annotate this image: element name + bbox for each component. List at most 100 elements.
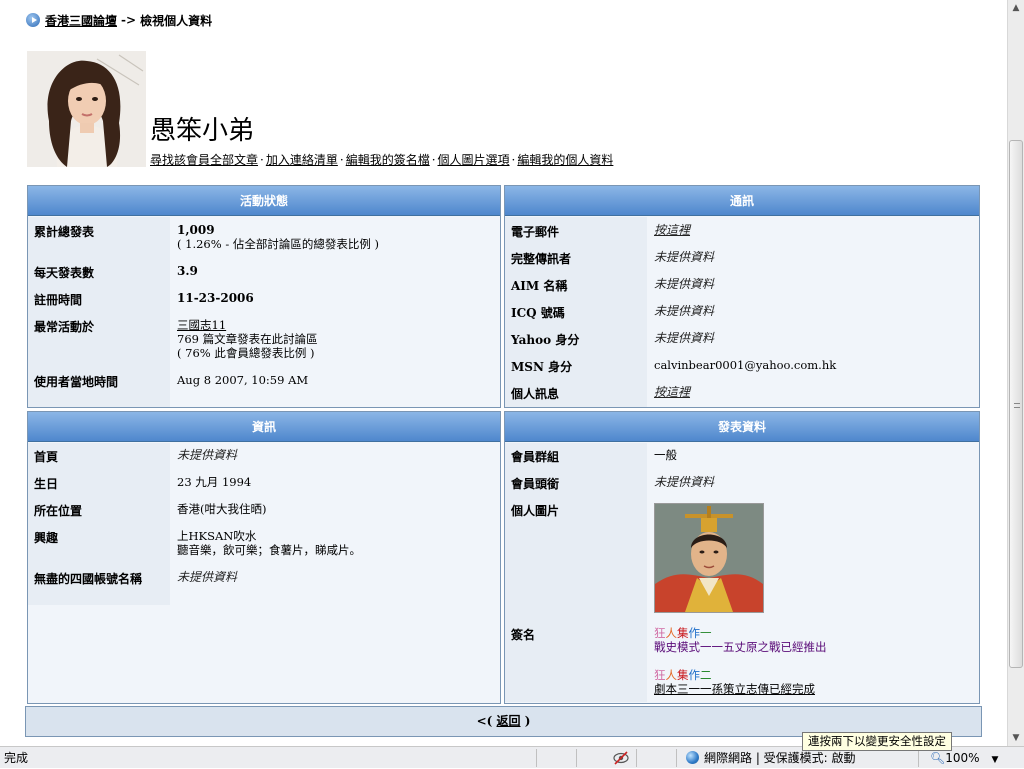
- link-separator: ·: [260, 153, 264, 167]
- homepage-value: 未提供資料: [177, 448, 238, 462]
- privacy-icon[interactable]: [613, 751, 629, 767]
- breadcrumb: 香港三國論壇 -> 檢視個人資料: [26, 12, 212, 28]
- total-posts-note: ( 1.26% - 佔全部討論區的總發表比例 ): [177, 237, 380, 251]
- signature-label: 簽名: [511, 628, 536, 642]
- scrollbar-thumb[interactable]: [1009, 140, 1023, 668]
- breadcrumb-bullet-icon: [26, 13, 40, 27]
- find-all-posts-link[interactable]: 尋找該會員全部文章: [150, 153, 258, 167]
- location-label: 所在位置: [34, 504, 83, 518]
- breadcrumb-forum-link[interactable]: 香港三國論壇: [45, 12, 117, 29]
- posts-per-day-value: 3.9: [177, 264, 198, 278]
- personal-message-label: 個人訊息: [511, 387, 560, 401]
- signature-char: 狂: [654, 626, 666, 640]
- activity-panel-title: 活動狀態: [28, 186, 500, 216]
- photo-options-link[interactable]: 個人圖片選項: [438, 153, 510, 167]
- signature-link[interactable]: 劇本三一一孫策立志傳已經完成: [654, 682, 815, 696]
- posts-per-day-label: 每天發表數: [34, 266, 95, 280]
- zoom-control[interactable]: 🔍︎100% ▼: [930, 750, 998, 766]
- birthday-value: 23 九月 1994: [177, 475, 252, 489]
- contact-panel: 通訊 電子郵件 按這裡 完整傳訊者 未提供資料 AIM 名稱 未提供資料 ICQ…: [504, 185, 980, 408]
- breadcrumb-current: 檢視個人資料: [140, 13, 213, 28]
- member-rank-value: 未提供資料: [654, 475, 715, 489]
- scrollbar-grip-icon: [1014, 403, 1020, 408]
- info-panel: 資訊 首頁 未提供資料 生日 23 九月 1994 所在位置 香港(咁大我住晒)…: [27, 411, 501, 704]
- nickname-value: 未提供資料: [177, 570, 238, 584]
- posting-panel-title: 發表資料: [505, 412, 979, 442]
- nickname-label: 無盡的四國帳號名稱: [34, 572, 143, 586]
- yahoo-value: 未提供資料: [654, 331, 715, 345]
- msn-value: calvinbear0001@yahoo.com.hk: [654, 358, 837, 372]
- signature-char: 作: [688, 668, 701, 682]
- link-separator: ·: [511, 153, 516, 167]
- most-active-forum-link[interactable]: 三國志11: [177, 318, 226, 332]
- edit-profile-link[interactable]: 編輯我的個人資料: [517, 153, 613, 167]
- signature-char: 狂: [654, 668, 666, 682]
- link-separator: ·: [431, 153, 436, 167]
- total-posts-label: 累計總發表: [34, 225, 95, 239]
- scroll-down-arrow-icon[interactable]: ▼: [1008, 730, 1024, 746]
- status-divider: [536, 749, 537, 767]
- signature-char: 二: [700, 668, 712, 682]
- local-time-label: 使用者當地時間: [34, 375, 119, 389]
- most-active-label: 最常活動於: [34, 320, 95, 334]
- aim-value: 未提供資料: [654, 277, 715, 291]
- edit-signature-link[interactable]: 編輯我的簽名檔: [346, 153, 430, 167]
- vertical-scrollbar[interactable]: ▲ ▼: [1007, 0, 1024, 746]
- status-divider: [918, 749, 919, 767]
- member-rank-label: 會員頭銜: [511, 477, 560, 491]
- username-title: 愚笨小弟: [150, 116, 255, 146]
- breadcrumb-separator: ->: [121, 13, 137, 27]
- joined-label: 註冊時間: [34, 293, 83, 307]
- add-to-contacts-link[interactable]: 加入連絡清單: [266, 153, 338, 167]
- signature-line-1: 狂人集作一: [654, 626, 827, 640]
- email-link[interactable]: 按這裡: [654, 223, 690, 237]
- security-zone[interactable]: 網際網路 | 受保護模式: 啟動: [686, 750, 856, 766]
- aim-label: AIM 名稱: [511, 279, 568, 293]
- messenger-value: 未提供資料: [654, 250, 715, 264]
- signature-line-3: 狂人集作二: [654, 668, 827, 682]
- member-group-value: 一般: [654, 448, 677, 462]
- interests-line-2: 聽音樂，飲可樂；食薯片，睇咸片。: [177, 543, 361, 557]
- signature-spacer: [654, 654, 827, 668]
- signature-block: 狂人集作一 戰史模式一一五丈原之戰已經推出 狂人集作二 劇本三一一孫策立志傳已經…: [654, 626, 827, 696]
- scroll-up-arrow-icon[interactable]: ▲: [1008, 0, 1024, 16]
- link-separator: ·: [339, 153, 344, 167]
- messenger-label: 完整傳訊者: [511, 252, 572, 266]
- email-label: 電子郵件: [511, 225, 560, 239]
- return-close: ): [524, 714, 531, 728]
- signature-char: 人: [665, 626, 678, 640]
- member-group-label: 會員群組: [511, 450, 560, 464]
- birthday-label: 生日: [34, 477, 59, 491]
- privacy-eye-icon: [613, 751, 629, 765]
- zoom-level: 100%: [945, 751, 980, 765]
- icq-label: ICQ 號碼: [511, 306, 565, 320]
- personal-photo: [654, 503, 764, 613]
- status-divider: [576, 749, 577, 767]
- status-text: 完成: [4, 751, 29, 765]
- yahoo-label: Yahoo 身分: [511, 333, 580, 347]
- globe-icon: [686, 751, 699, 764]
- location-value: 香港(咁大我住晒): [177, 502, 267, 516]
- signature-char: 作: [688, 626, 701, 640]
- zoom-dropdown-icon[interactable]: ▼: [992, 755, 999, 765]
- return-link[interactable]: 返回: [497, 714, 521, 728]
- activity-panel: 活動狀態 累計總發表 1,009 ( 1.26% - 佔全部討論區的總發表比例 …: [27, 185, 501, 408]
- security-zone-text: 網際網路 | 受保護模式: 啟動: [704, 751, 856, 765]
- most-active-posts: 769 篇文章發表在此討論區: [177, 332, 318, 346]
- local-time-value: Aug 8 2007, 10:59 AM: [177, 373, 309, 387]
- personal-message-link[interactable]: 按這裡: [654, 385, 690, 399]
- signature-char: 一: [700, 626, 712, 640]
- personal-photo-label: 個人圖片: [511, 504, 560, 518]
- status-divider: [676, 749, 677, 767]
- return-open: <(: [476, 714, 493, 728]
- signature-char: 集: [677, 626, 689, 640]
- msn-label: MSN 身分: [511, 360, 573, 374]
- homepage-label: 首頁: [34, 450, 59, 464]
- most-active-note: ( 76% 此會員總發表比例 ): [177, 346, 315, 360]
- info-panel-title: 資訊: [28, 412, 500, 442]
- posting-panel: 發表資料 會員群組 一般 會員頭銜 未提供資料 個人圖片 簽名 狂人集作一 戰史…: [504, 411, 980, 704]
- signature-char: 人: [665, 668, 678, 682]
- total-posts-value: 1,009: [177, 223, 215, 237]
- joined-value: 11-23-2006: [177, 291, 254, 305]
- avatar-portrait-image: [27, 51, 146, 167]
